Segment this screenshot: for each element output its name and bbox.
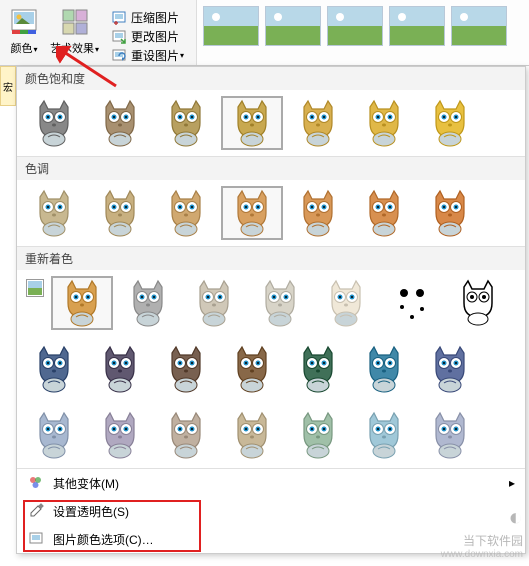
recolor-thumbnails-row: [17, 270, 525, 336]
color-preset-thumb[interactable]: [419, 186, 481, 240]
style-thumb[interactable]: [389, 6, 445, 46]
color-icon: [8, 6, 40, 38]
color-preset-thumb[interactable]: [23, 186, 85, 240]
color-preset-thumb[interactable]: [117, 276, 179, 330]
color-preset-thumb[interactable]: [89, 342, 151, 396]
picture-style-gallery[interactable]: [196, 0, 529, 65]
color-preset-thumb[interactable]: [155, 342, 217, 396]
color-preset-thumb[interactable]: [287, 342, 349, 396]
preset-indicator-icon: [27, 280, 43, 296]
artistic-effects-icon: [59, 6, 91, 38]
color-preset-thumb[interactable]: [23, 408, 85, 462]
compress-picture-button[interactable]: 压缩图片: [107, 8, 188, 27]
color-preset-thumb[interactable]: [353, 342, 415, 396]
color-preset-thumb[interactable]: [419, 342, 481, 396]
color-preset-thumb[interactable]: [353, 186, 415, 240]
compress-label: 压缩图片: [131, 9, 179, 26]
set-transparent-color-menu-item[interactable]: 设置透明色(S): [17, 497, 525, 525]
chevron-down-icon: ▾: [33, 45, 37, 54]
picture-color-options-menu-item[interactable]: 图片颜色选项(C)…: [17, 525, 525, 553]
color-preset-thumb[interactable]: [287, 186, 349, 240]
artistic-effects-button[interactable]: 艺术效果▾: [46, 4, 103, 65]
change-picture-button[interactable]: 更改图片: [107, 27, 188, 46]
set-transparent-label: 设置透明色(S): [53, 503, 129, 520]
chevron-down-icon: ▾: [95, 45, 99, 54]
color-preset-thumb[interactable]: [89, 186, 151, 240]
saturation-thumbnails: [17, 90, 525, 156]
menu-items-group: 其他变体(M) ▸ 设置透明色(S) 图片颜色选项(C)…: [17, 468, 525, 553]
color-preset-thumb[interactable]: [89, 96, 151, 150]
change-label: 更改图片: [131, 28, 179, 45]
palette-icon: [27, 474, 45, 492]
color-preset-thumb[interactable]: [221, 186, 283, 240]
color-dropdown-panel: 颜色饱和度: [16, 66, 526, 554]
other-variants-label: 其他变体(M): [53, 475, 119, 492]
color-preset-thumb[interactable]: [353, 408, 415, 462]
color-preset-thumb[interactable]: [221, 96, 283, 150]
options-icon: [27, 530, 45, 548]
picture-tools-group: 压缩图片 更改图片 重设图片▾: [105, 4, 190, 65]
color-preset-thumb[interactable]: [155, 186, 217, 240]
color-preset-thumb[interactable]: [249, 276, 311, 330]
color-preset-thumb[interactable]: [23, 342, 85, 396]
change-picture-icon: [111, 29, 127, 45]
color-dropdown-button[interactable]: 颜色▾: [4, 4, 44, 65]
reset-picture-icon: [111, 48, 127, 64]
artistic-label: 艺术效果: [50, 43, 94, 55]
tone-thumbnails: [17, 180, 525, 246]
color-label: 颜色: [10, 43, 32, 55]
color-preset-thumb[interactable]: [315, 276, 377, 330]
color-preset-thumb[interactable]: [221, 408, 283, 462]
reset-picture-button[interactable]: 重设图片▾: [107, 46, 188, 65]
color-preset-thumb[interactable]: [419, 96, 481, 150]
left-strip-label: 宏: [0, 66, 16, 106]
style-thumb[interactable]: [203, 6, 259, 46]
ribbon-left-group: 颜色▾ 艺术效果▾ 压缩图片 更改图片 重设图片▾: [0, 0, 190, 65]
color-preset-thumb[interactable]: [89, 408, 151, 462]
color-preset-thumb[interactable]: [155, 408, 217, 462]
color-preset-thumb[interactable]: [287, 96, 349, 150]
other-variants-menu-item[interactable]: 其他变体(M) ▸: [17, 469, 525, 497]
color-options-label: 图片颜色选项(C)…: [53, 531, 154, 548]
color-preset-thumb[interactable]: [23, 96, 85, 150]
recolor-section-header: 重新着色: [17, 246, 525, 270]
reset-label: 重设图片: [131, 47, 179, 64]
recolor-thumbnails-row: [17, 402, 525, 468]
color-preset-thumb[interactable]: [353, 96, 415, 150]
color-preset-thumb[interactable]: [221, 342, 283, 396]
eyedropper-icon: [27, 502, 45, 520]
chevron-down-icon: ▾: [180, 51, 184, 60]
color-preset-thumb[interactable]: [51, 276, 113, 330]
color-preset-thumb[interactable]: [419, 408, 481, 462]
tone-section-header: 色调: [17, 156, 525, 180]
color-preset-thumb[interactable]: [155, 96, 217, 150]
compress-icon: [111, 10, 127, 26]
style-thumb[interactable]: [451, 6, 507, 46]
color-preset-thumb[interactable]: [447, 276, 509, 330]
style-thumb[interactable]: [327, 6, 383, 46]
saturation-section-header: 颜色饱和度: [17, 67, 525, 90]
recolor-thumbnails-row: [17, 336, 525, 402]
color-preset-thumb[interactable]: [183, 276, 245, 330]
style-thumb[interactable]: [265, 6, 321, 46]
chevron-right-icon: ▸: [509, 476, 515, 490]
ribbon-toolbar: 颜色▾ 艺术效果▾ 压缩图片 更改图片 重设图片▾: [0, 0, 529, 66]
color-preset-thumb[interactable]: [381, 276, 443, 330]
color-preset-thumb[interactable]: [287, 408, 349, 462]
